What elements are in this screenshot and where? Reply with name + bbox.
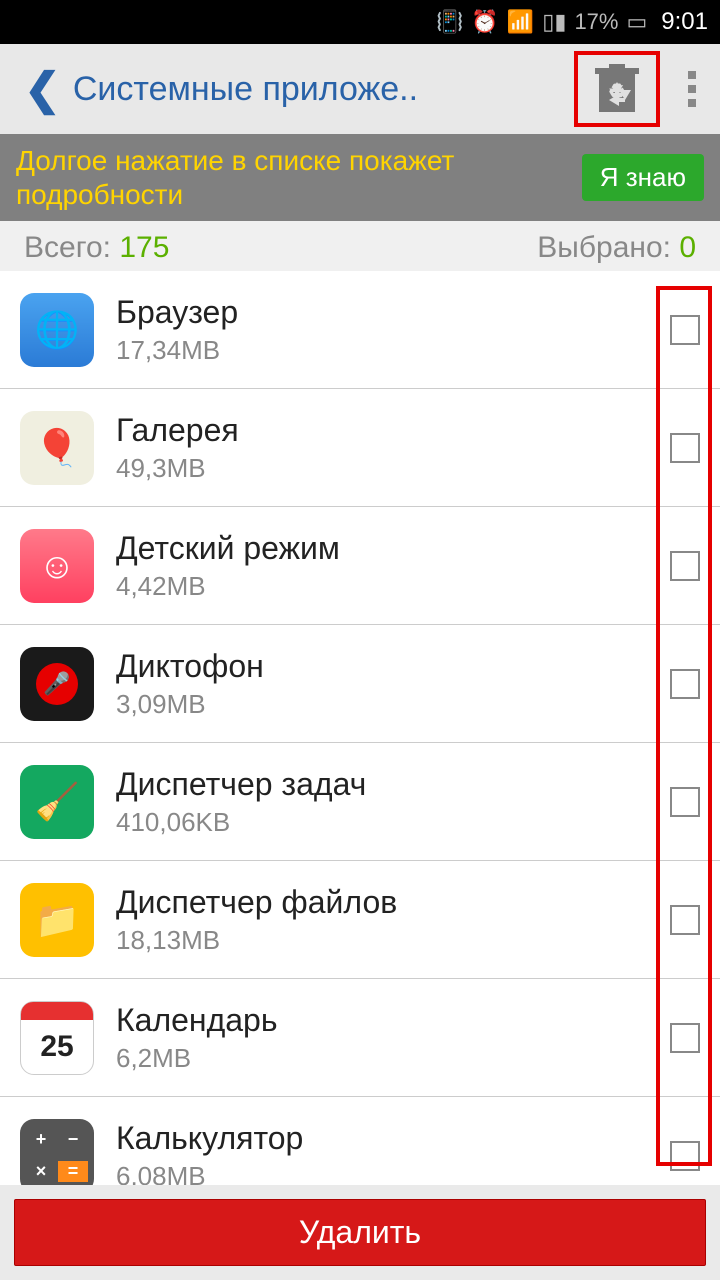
list-item[interactable]: ☺ Детский режим 4,42MB [0, 507, 720, 625]
app-list: 🌐 Браузер 17,34MB 🎈 Галерея 49,3MB ☺ Дет… [0, 271, 720, 1215]
battery-icon: ▭ [626, 9, 647, 35]
selected-count: Выбрано: 0 [537, 231, 696, 265]
signal-icon: ▯▮ [542, 9, 566, 35]
app-name: Диктофон [116, 648, 670, 685]
hint-text: Долгое нажатие в списке покажет подробно… [16, 144, 582, 211]
app-size: 6,2MB [116, 1043, 670, 1074]
app-name: Калькулятор [116, 1120, 670, 1157]
app-size: 49,3MB [116, 453, 670, 484]
app-name: Галерея [116, 412, 670, 449]
app-header: ❮ Системные приложе.. ♻ [0, 44, 720, 134]
app-size: 17,34MB [116, 335, 670, 366]
app-name: Браузер [116, 294, 670, 331]
list-item[interactable]: 🎤 Диктофон 3,09MB [0, 625, 720, 743]
delete-button[interactable]: Удалить [14, 1199, 706, 1266]
select-checkbox[interactable] [670, 1141, 700, 1171]
gallery-icon: 🎈 [20, 411, 94, 485]
clock: 9:01 [661, 8, 708, 36]
battery-percent: 17% [574, 9, 618, 35]
recycle-bin-button[interactable]: ♻ [574, 51, 660, 127]
alarm-icon: ⏰ [471, 9, 498, 35]
calculator-icon: +−×= [20, 1119, 94, 1193]
overflow-menu-button[interactable] [676, 71, 708, 107]
select-checkbox[interactable] [670, 787, 700, 817]
trash-recycle-icon: ♻ [595, 64, 639, 114]
hint-banner: Долгое нажатие в списке покажет подробно… [0, 134, 720, 221]
app-name: Диспетчер задач [116, 766, 670, 803]
app-size: 18,13MB [116, 925, 670, 956]
footer: Удалить [0, 1185, 720, 1280]
list-item[interactable]: 📁 Диспетчер файлов 18,13MB [0, 861, 720, 979]
page-title: Системные приложе.. [73, 70, 574, 109]
app-name: Диспетчер файлов [116, 884, 670, 921]
list-item[interactable]: 🧹 Диспетчер задач 410,06KB [0, 743, 720, 861]
app-name: Детский режим [116, 530, 670, 567]
app-size: 4,42MB [116, 571, 670, 602]
stats-bar: Всего: 175 Выбрано: 0 [0, 221, 720, 271]
select-checkbox[interactable] [670, 669, 700, 699]
svg-text:♻: ♻ [608, 81, 626, 103]
back-button[interactable]: ❮ [12, 64, 73, 115]
dismiss-hint-button[interactable]: Я знаю [582, 154, 704, 201]
task-manager-icon: 🧹 [20, 765, 94, 839]
status-bar: 📳 ⏰ 📶 ▯▮ 17% ▭ 9:01 [0, 0, 720, 44]
select-checkbox[interactable] [670, 315, 700, 345]
list-item[interactable]: 🎈 Галерея 49,3MB [0, 389, 720, 507]
select-checkbox[interactable] [670, 905, 700, 935]
browser-icon: 🌐 [20, 293, 94, 367]
select-checkbox[interactable] [670, 1023, 700, 1053]
wifi-icon: 📶 [507, 9, 534, 35]
list-item[interactable]: 🌐 Браузер 17,34MB [0, 271, 720, 389]
calendar-icon: 25 [20, 1001, 94, 1075]
app-size: 410,06KB [116, 807, 670, 838]
list-item[interactable]: 25 Календарь 6,2MB [0, 979, 720, 1097]
file-manager-icon: 📁 [20, 883, 94, 957]
total-count: Всего: 175 [24, 231, 169, 265]
app-size: 3,09MB [116, 689, 670, 720]
vibrate-icon: 📳 [436, 9, 463, 35]
select-checkbox[interactable] [670, 551, 700, 581]
select-checkbox[interactable] [670, 433, 700, 463]
recorder-icon: 🎤 [20, 647, 94, 721]
app-name: Календарь [116, 1002, 670, 1039]
kids-mode-icon: ☺ [20, 529, 94, 603]
